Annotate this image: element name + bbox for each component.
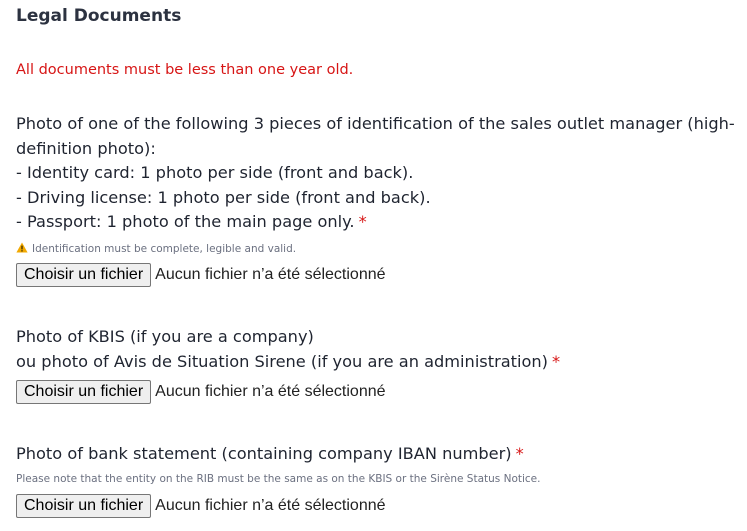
- warning-icon: [16, 242, 28, 253]
- kbis-file-input: Choisir un fichier Aucun fichier n’a été…: [16, 380, 386, 404]
- required-asterisk: *: [552, 351, 561, 371]
- identification-label-line: - Passport: 1 photo of the main page onl…: [16, 210, 735, 235]
- kbis-label-line: ou photo of Avis de Situation Sirene (if…: [16, 350, 560, 375]
- identification-hint-text: Identification must be complete, legible…: [32, 243, 297, 255]
- identification-hint: Identification must be complete, legible…: [16, 242, 296, 256]
- file-status-text: Aucun fichier n’a été sélectionné: [155, 497, 386, 514]
- required-asterisk: *: [358, 212, 367, 231]
- choose-file-button[interactable]: Choisir un fichier: [16, 263, 152, 287]
- choose-file-button[interactable]: Choisir un fichier: [16, 380, 152, 404]
- bank-statement-label: Photo of bank statement (containing comp…: [16, 442, 524, 467]
- identification-label: Photo of one of the following 3 pieces o…: [16, 112, 735, 235]
- bank-statement-label-line: Photo of bank statement (containing comp…: [16, 442, 524, 467]
- bank-statement-label-text: Photo of bank statement (containing comp…: [16, 444, 512, 463]
- identification-label-line: - Identity card: 1 photo per side (front…: [16, 163, 414, 182]
- kbis-label-line: Photo of KBIS (if you are a company): [16, 327, 314, 346]
- identification-label-line: Photo of one of the following 3 pieces o…: [16, 114, 735, 133]
- identification-label-line: definition photo):: [16, 138, 156, 158]
- bank-statement-file-input: Choisir un fichier Aucun fichier n’a été…: [16, 494, 386, 518]
- kbis-label-text: ou photo of Avis de Situation Sirene (if…: [16, 351, 548, 371]
- file-status-text: Aucun fichier n’a été sélectionné: [155, 266, 386, 283]
- choose-file-button[interactable]: Choisir un fichier: [16, 494, 152, 518]
- identification-file-input: Choisir un fichier Aucun fichier n’a été…: [16, 263, 386, 287]
- identification-label-text: - Passport: 1 photo of the main page onl…: [16, 212, 355, 231]
- bank-statement-hint: Please note that the entity on the RIB m…: [16, 473, 541, 485]
- section-title: Legal Documents: [16, 6, 182, 26]
- validity-notice: All documents must be less than one year…: [16, 62, 354, 78]
- file-status-text: Aucun fichier n’a été sélectionné: [155, 383, 386, 400]
- required-asterisk: *: [515, 444, 524, 463]
- identification-label-line: - Driving license: 1 photo per side (fro…: [16, 187, 431, 207]
- kbis-label: Photo of KBIS (if you are a company) ou …: [16, 325, 560, 374]
